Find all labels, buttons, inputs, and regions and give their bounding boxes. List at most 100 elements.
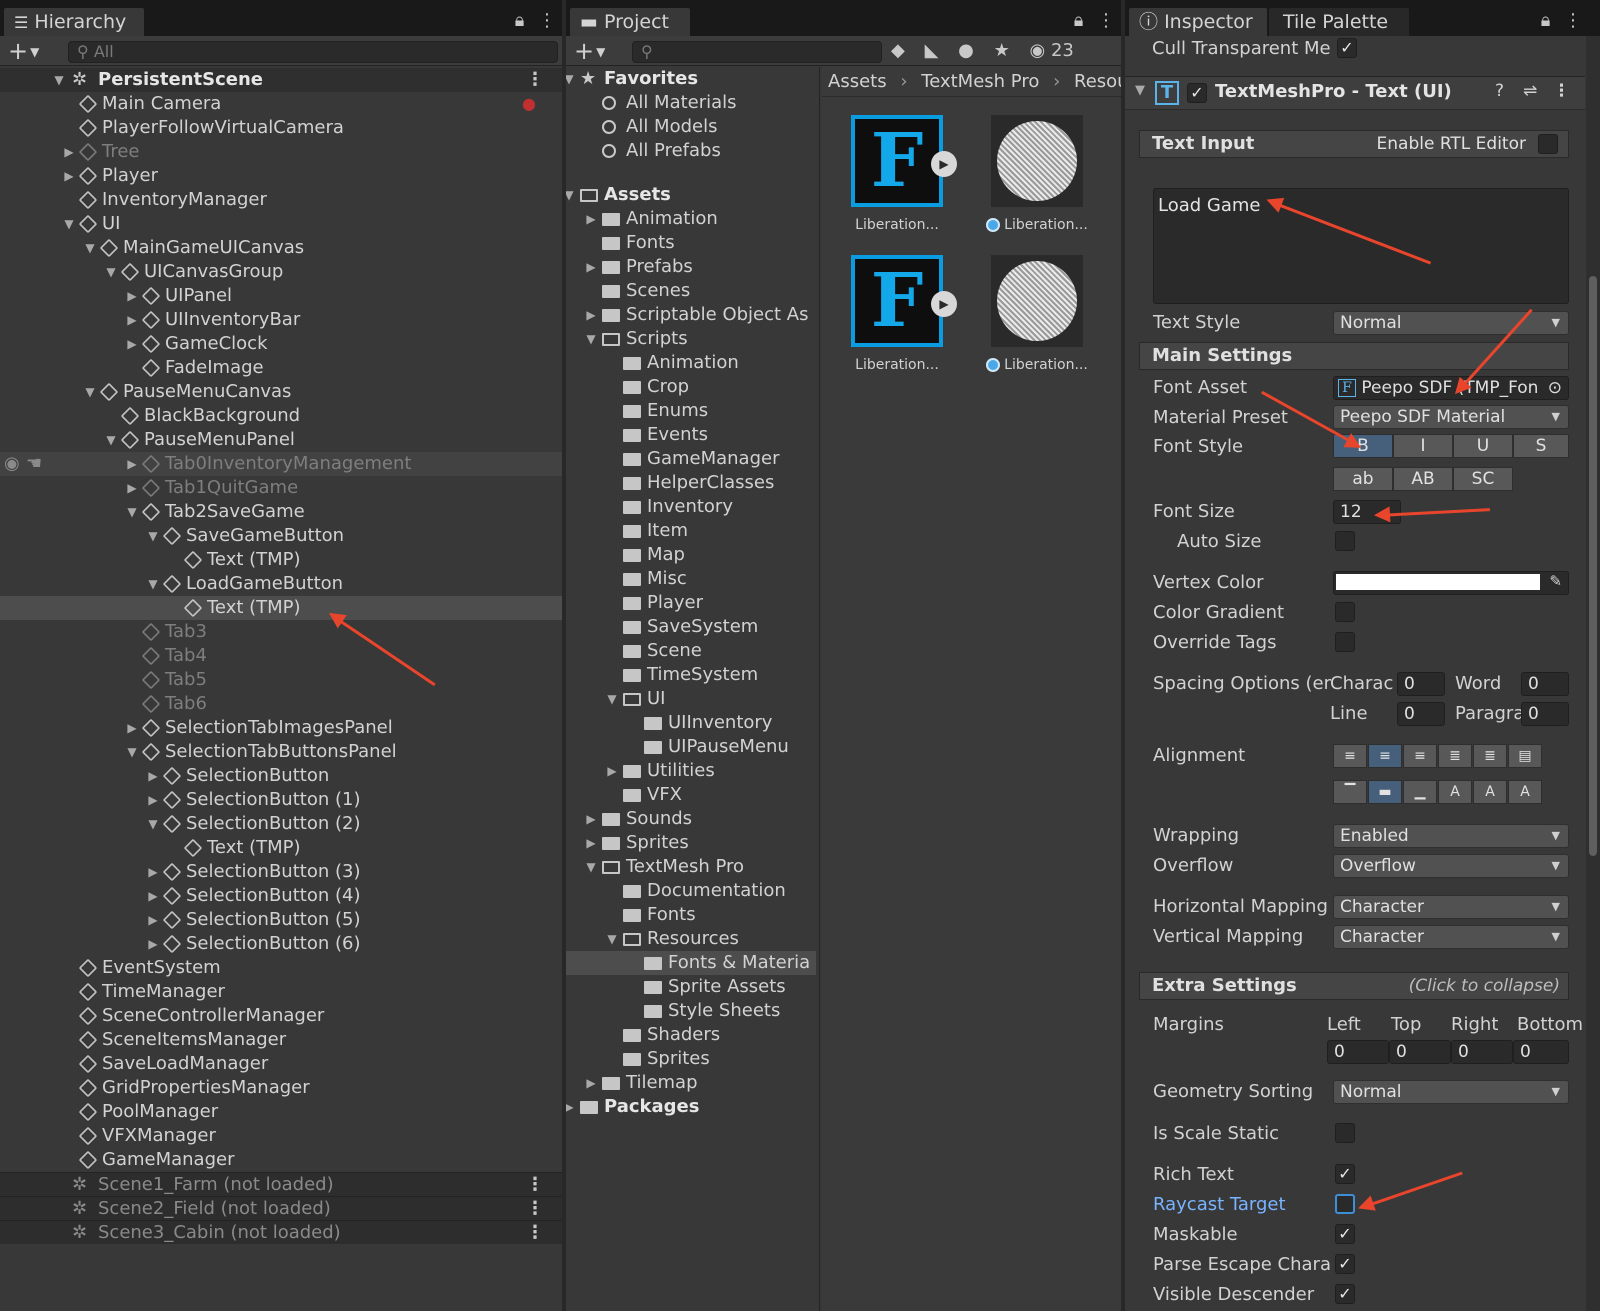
project-tree-item[interactable]: Misc xyxy=(566,567,816,591)
font-style-lowercase-button[interactable]: ab xyxy=(1333,467,1393,491)
scrollbar-thumb[interactable] xyxy=(1589,276,1597,856)
project-tree-item[interactable]: ▶ Utilities xyxy=(566,759,816,783)
project-tree-item[interactable]: UIInventory xyxy=(566,711,816,735)
hierarchy-item[interactable]: ▼ LoadGameButton xyxy=(0,572,562,596)
hierarchy-item[interactable]: Tab6 xyxy=(0,692,562,716)
tab-inspector[interactable]: ⓘ Inspector xyxy=(1129,8,1267,36)
chevron-down-icon[interactable]: ▼ xyxy=(146,572,160,596)
eyedropper-icon[interactable]: ✎ xyxy=(1549,572,1562,590)
hierarchy-item[interactable]: Tab5 xyxy=(0,668,562,692)
hierarchy-item[interactable]: ▼ PauseMenuPanel xyxy=(0,428,562,452)
star-icon[interactable]: ★ xyxy=(994,40,1010,61)
align-center-icon[interactable]: ≡ xyxy=(1368,744,1402,768)
geometry-sorting-dropdown[interactable]: Normal xyxy=(1333,1080,1569,1104)
char-spacing-field[interactable]: 0 xyxy=(1397,672,1445,696)
project-tree-item[interactable]: ▼ Scripts xyxy=(566,327,816,351)
settings-sliders-icon[interactable]: ⇌ xyxy=(1523,81,1537,101)
align-top-icon[interactable]: ▔ xyxy=(1333,780,1367,804)
chevron-right-icon[interactable]: ▶ xyxy=(566,1095,576,1119)
align-capline-icon[interactable]: A xyxy=(1508,780,1542,804)
project-tree-item[interactable]: ▶ Tilemap xyxy=(566,1071,816,1095)
filter-type-icon[interactable]: ◆ xyxy=(891,40,905,61)
hierarchy-item[interactable]: TimeManager xyxy=(0,980,562,1004)
hierarchy-item[interactable]: ▶ UIInventoryBar xyxy=(0,308,562,332)
chevron-down-icon[interactable]: ▼ xyxy=(62,212,76,236)
hierarchy-item[interactable]: ▶ SelectionButton (6) xyxy=(0,932,562,956)
hierarchy-item[interactable]: Tab4 xyxy=(0,644,562,668)
material-preset-dropdown[interactable]: Peepo SDF Material xyxy=(1333,405,1569,429)
chevron-down-icon[interactable]: ▼ xyxy=(566,183,576,207)
chevron-right-icon[interactable]: ▶ xyxy=(584,303,598,327)
hierarchy-item[interactable]: InventoryManager xyxy=(0,188,562,212)
chevron-right-icon[interactable]: ▶ xyxy=(146,932,160,956)
hierarchy-item[interactable]: SaveLoadManager xyxy=(0,1052,562,1076)
parse-escape-checkbox[interactable]: ✓ xyxy=(1335,1254,1355,1274)
rtl-editor-checkbox[interactable] xyxy=(1538,134,1558,154)
chevron-right-icon[interactable]: ▶ xyxy=(125,308,139,332)
chevron-down-icon[interactable]: ▼ xyxy=(146,812,160,836)
project-tree-item[interactable]: TimeSystem xyxy=(566,663,816,687)
hierarchy-item[interactable]: VFXManager xyxy=(0,1124,562,1148)
object-picker-icon[interactable]: ⊙ xyxy=(1548,377,1562,399)
hierarchy-item[interactable]: ▼ SaveGameButton xyxy=(0,524,562,548)
project-tree-item[interactable]: Sprite Assets xyxy=(566,975,816,999)
chevron-down-icon[interactable]: ▼ xyxy=(52,68,66,92)
chevron-down-icon[interactable]: ▼ xyxy=(104,260,118,284)
font-style-uppercase-button[interactable]: AB xyxy=(1393,467,1453,491)
text-input-area[interactable]: Load Game xyxy=(1153,188,1569,304)
asset-font-item[interactable]: F ▶ Liberation... xyxy=(842,255,957,373)
align-flush-icon[interactable]: ≣ xyxy=(1473,744,1507,768)
lock-icon[interactable]: 🔒︎ xyxy=(515,10,525,31)
hierarchy-item[interactable]: EventSystem xyxy=(0,956,562,980)
chevron-down-icon[interactable]: ▼ xyxy=(584,855,598,879)
lock-icon[interactable]: 🔒︎ xyxy=(1541,10,1551,31)
project-tree-item[interactable]: Shaders xyxy=(566,1023,816,1047)
play-icon[interactable]: ▶ xyxy=(931,291,957,317)
chevron-down-icon[interactable]: ▼ xyxy=(83,236,97,260)
hierarchy-item[interactable]: FadeImage xyxy=(0,356,562,380)
project-tree-item[interactable]: VFX xyxy=(566,783,816,807)
project-tree-item[interactable]: ▶ Prefabs xyxy=(566,255,816,279)
unloaded-scene-row[interactable]: ✲ Scene2_Field (not loaded) ⋮ xyxy=(0,1196,562,1220)
chevron-right-icon[interactable]: ▶ xyxy=(125,716,139,740)
text-style-dropdown[interactable]: Normal xyxy=(1333,311,1569,335)
chevron-down-icon[interactable]: ▼ xyxy=(125,500,139,524)
more-icon[interactable]: ⋮ xyxy=(526,1173,544,1197)
project-tree-item[interactable]: Events xyxy=(566,423,816,447)
font-size-field[interactable]: 12 xyxy=(1333,500,1401,524)
more-icon[interactable]: ⋮ xyxy=(526,1221,544,1245)
hierarchy-item[interactable]: ▼ UI xyxy=(0,212,562,236)
margin-left-field[interactable]: 0 xyxy=(1327,1040,1389,1064)
hierarchy-item[interactable]: ▼ UICanvasGroup xyxy=(0,260,562,284)
more-icon[interactable]: ⋮ xyxy=(1553,81,1570,101)
hierarchy-search-input[interactable]: ⚲ All xyxy=(68,41,558,63)
tab-tile-palette[interactable]: Tile Palette xyxy=(1269,8,1409,36)
horizontal-mapping-dropdown[interactable]: Character xyxy=(1333,895,1569,919)
foldout-arrow-icon[interactable]: ▼ xyxy=(1135,83,1145,98)
word-spacing-field[interactable]: 0 xyxy=(1521,672,1569,696)
eye-icon[interactable]: ◉ xyxy=(1029,40,1045,61)
project-tree-item[interactable]: ▶ Scriptable Object As xyxy=(566,303,816,327)
chevron-right-icon[interactable]: ▶ xyxy=(584,831,598,855)
project-tree-item[interactable]: ▶ Animation xyxy=(566,207,816,231)
hierarchy-item[interactable]: ▶ GameClock xyxy=(0,332,562,356)
unloaded-scene-row[interactable]: ✲ Scene1_Farm (not loaded) ⋮ xyxy=(0,1172,562,1196)
color-gradient-checkbox[interactable] xyxy=(1335,602,1355,622)
hierarchy-item[interactable]: PlayerFollowVirtualCamera xyxy=(0,116,562,140)
chevron-down-icon[interactable]: ▼ xyxy=(605,687,619,711)
hierarchy-item[interactable]: BlackBackground xyxy=(0,404,562,428)
project-tree-item[interactable]: ▼ Resources xyxy=(566,927,816,951)
maskable-checkbox[interactable]: ✓ xyxy=(1335,1224,1355,1244)
asset-font-item[interactable]: F ▶ Liberation... xyxy=(842,115,957,233)
project-tree-item[interactable]: Crop xyxy=(566,375,816,399)
pickability-icon[interactable]: ☚ xyxy=(26,452,42,476)
project-tree-item[interactable]: ▶ Sounds xyxy=(566,807,816,831)
project-tree-item[interactable]: Style Sheets xyxy=(566,999,816,1023)
project-tree-item[interactable]: ▼ TextMesh Pro xyxy=(566,855,816,879)
hierarchy-item[interactable]: ▼ PauseMenuCanvas xyxy=(0,380,562,404)
hierarchy-item[interactable]: ▶ SelectionButton (5) xyxy=(0,908,562,932)
create-button[interactable]: + ▼ xyxy=(8,37,39,65)
vertical-mapping-dropdown[interactable]: Character xyxy=(1333,925,1569,949)
project-tree-item[interactable]: ▶ Packages xyxy=(566,1095,816,1119)
project-tree-item[interactable]: Map xyxy=(566,543,816,567)
